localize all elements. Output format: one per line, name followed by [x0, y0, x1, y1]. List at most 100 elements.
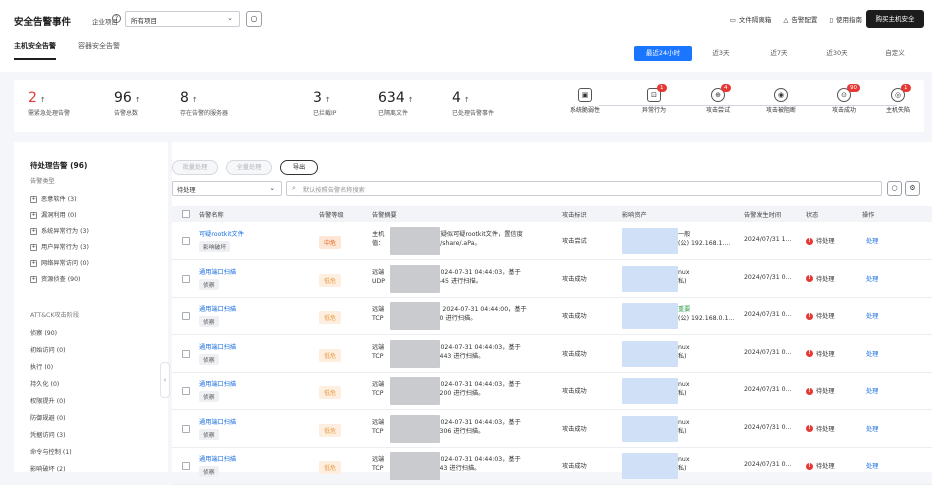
process-link[interactable]: 处理 — [866, 461, 878, 470]
table-row[interactable]: 通用端口扫描 侦察 低危 远端在 2024-07-31 04:44:03，基于 … — [172, 373, 932, 410]
attck-item[interactable]: 持久化 (0) — [30, 379, 59, 388]
summary-prefix: 值： — [372, 240, 385, 247]
stage-vulnerability[interactable]: ▣ 系统脆弱性 — [557, 88, 613, 114]
guide-link[interactable]: ▯ 使用指南 — [829, 14, 862, 24]
status-select[interactable]: 待处理 ⌄ — [172, 181, 282, 196]
row-checkbox[interactable] — [182, 387, 190, 395]
stat-servers[interactable]: 8 ↑ 存在告警的服务器 — [180, 90, 228, 117]
type-filter-system-abnormal[interactable]: + 系统异常行为 (3) — [30, 226, 89, 235]
stat-blocked-ip[interactable]: 3 ↑ 已拦截IP — [313, 90, 336, 117]
collapse-sidebar-button[interactable]: ‹ — [160, 362, 170, 398]
alarm-name-link[interactable]: 通用端口扫描 — [199, 454, 309, 463]
attck-item[interactable]: 初始访问 (0) — [30, 345, 65, 354]
type-filter-malware[interactable]: + 恶意软件 (3) — [30, 194, 76, 203]
attck-item[interactable]: 权限提升 (0) — [30, 396, 65, 405]
alarm-config-link[interactable]: △ 告警配置 — [783, 14, 817, 24]
attck-item[interactable]: 凭据访问 (3) — [30, 430, 65, 439]
attck-item[interactable]: 侦察 (90) — [30, 328, 57, 337]
alarm-name-link[interactable]: 通用端口扫描 — [199, 342, 309, 351]
stat-handled[interactable]: 4 ↑ 已处理告警事件 — [452, 90, 494, 117]
summary-text: 在 2024-07-31 04:44:03，基于 — [428, 456, 521, 463]
attack-flag: 攻击成功 — [562, 350, 587, 358]
attck-item[interactable]: 执行 (0) — [30, 362, 53, 371]
asset-line[interactable]: 重要 — [678, 305, 734, 314]
row-checkbox[interactable] — [182, 274, 190, 283]
stat-quarantined[interactable]: 634 ↑ 已隔离文件 — [378, 90, 414, 117]
asset-ip: 私) — [678, 390, 687, 397]
quarantine-link[interactable]: ▭ 文件隔离箱 — [730, 14, 772, 24]
status-text: 待处理 — [816, 425, 835, 433]
redacted-area — [390, 339, 440, 368]
search-button[interactable]: ○ — [887, 181, 902, 196]
asset-line[interactable]: nux — [678, 455, 690, 464]
process-link[interactable]: 处理 — [866, 349, 878, 358]
process-link[interactable]: 处理 — [866, 424, 878, 433]
type-filter-network[interactable]: + 网络异常访问 (0) — [30, 258, 89, 267]
row-checkbox[interactable] — [182, 237, 190, 245]
process-link[interactable]: 处理 — [866, 386, 878, 395]
alarm-name-link[interactable]: 可疑rootkit文件 — [199, 229, 309, 238]
count-badge: 1 — [657, 84, 667, 92]
table-row[interactable]: 通用端口扫描 侦察 低危 远端在 2024-07-31 04:44:03，基于 … — [172, 261, 932, 298]
help-icon[interactable]: ? — [112, 14, 121, 23]
table-row[interactable]: 通用端口扫描 侦察 低危 远端在 2024-07-31 04:44:03，基于 … — [172, 448, 932, 485]
search-placeholder: 默认按照告警名称搜索 — [303, 187, 365, 194]
time-filter-7d[interactable]: 近7天 — [750, 46, 808, 61]
alarm-name-link[interactable]: 通用端口扫描 — [199, 267, 309, 276]
summary-prefix: 远端 — [372, 306, 385, 313]
attack-flag: 攻击成功 — [562, 313, 587, 320]
table-row[interactable]: 通用端口扫描 侦察 低危 远端 2 在 2024-07-31 04:44:00，基… — [172, 298, 932, 335]
stat-urgent[interactable]: 2 ↑ 需紧急处理告警 — [28, 90, 70, 117]
row-checkbox[interactable] — [182, 424, 190, 433]
tab-host-alarm[interactable]: 主机安全告警 — [14, 41, 56, 60]
stage-attempt[interactable]: ⊕ 4 攻击尝试 — [690, 84, 746, 114]
asset-line[interactable]: 一般 — [678, 230, 730, 239]
summary-prefix: 远端 — [372, 268, 385, 276]
stage-compromised[interactable]: ◎ 1 主机失陷 — [870, 84, 926, 114]
type-filter-exploit[interactable]: + 漏洞利用 (0) — [30, 210, 76, 219]
arrow-up-icon: ↑ — [39, 96, 46, 104]
alarm-tag: 影响破坏 — [199, 241, 231, 252]
redacted-asset — [622, 265, 678, 292]
level-badge: 低危 — [319, 273, 342, 287]
table-row[interactable]: 通用端口扫描 侦察 低危 远端在 2024-07-31 04:44:03，基于 … — [172, 336, 932, 373]
process-all-button[interactable]: 全量处理 — [226, 160, 272, 175]
alarm-name-link[interactable]: 通用端口扫描 — [199, 304, 309, 313]
asset-line[interactable]: nux — [678, 380, 690, 389]
search-input[interactable]: ⌕ 默认按照告警名称搜索 — [286, 181, 882, 196]
select-all-checkbox[interactable] — [182, 210, 190, 218]
stage-abnormal[interactable]: ⊡ 1 异常行为 — [626, 84, 682, 114]
alarm-name-link[interactable]: 通用端口扫描 — [199, 379, 309, 388]
buy-host-security-button[interactable]: 购买主机安全 — [866, 10, 924, 28]
tab-container-alarm[interactable]: 容器安全告警 — [78, 41, 120, 60]
attck-item[interactable]: 命令与控制 (1) — [30, 447, 72, 456]
project-search-button[interactable]: ○ — [246, 11, 262, 27]
asset-line[interactable]: nux — [678, 268, 690, 277]
process-link[interactable]: 处理 — [866, 274, 878, 283]
row-checkbox[interactable] — [182, 349, 190, 358]
type-filter-recon[interactable]: + 资源侦查 (90) — [30, 274, 80, 283]
redacted-asset — [622, 303, 678, 329]
asset-line[interactable]: nux — [678, 418, 690, 427]
asset-line[interactable]: nux — [678, 343, 690, 352]
process-link[interactable]: 处理 — [866, 311, 878, 320]
process-link[interactable]: 处理 — [866, 236, 878, 245]
stat-total[interactable]: 96 ↑ 告警总数 — [114, 90, 141, 117]
export-button[interactable]: 导出 — [280, 160, 318, 175]
project-select[interactable]: 所有项目 ⌄ — [125, 11, 240, 27]
stage-success[interactable]: ⊙ 90 攻击成功 — [816, 84, 872, 114]
time-filter-30d[interactable]: 近30天 — [808, 46, 866, 61]
time-filter-3d[interactable]: 近3天 — [692, 46, 750, 61]
row-checkbox[interactable] — [182, 312, 190, 320]
type-filter-user-abnormal[interactable]: + 用户异常行为 (3) — [30, 242, 89, 251]
stage-blocked[interactable]: ◉ 攻击被阻断 — [753, 88, 809, 114]
table-row[interactable]: 通用端口扫描 侦察 低危 远端在 2024-07-31 04:44:03，基于 … — [172, 411, 932, 448]
settings-button[interactable]: ⚙ — [905, 181, 920, 196]
row-checkbox[interactable] — [182, 462, 190, 470]
time-filter-24h[interactable]: 最近24小时 — [634, 46, 692, 61]
time-filter-custom[interactable]: 自定义 — [866, 46, 924, 61]
alarm-name-link[interactable]: 通用端口扫描 — [199, 417, 309, 426]
table-row[interactable]: 可疑rootkit文件 影响破坏 中危 主机 存在疑似可疑rootkit文件，置信… — [172, 223, 932, 260]
batch-process-button[interactable]: 批量处理 — [172, 160, 218, 175]
attck-item[interactable]: 防御规避 (0) — [30, 413, 65, 422]
